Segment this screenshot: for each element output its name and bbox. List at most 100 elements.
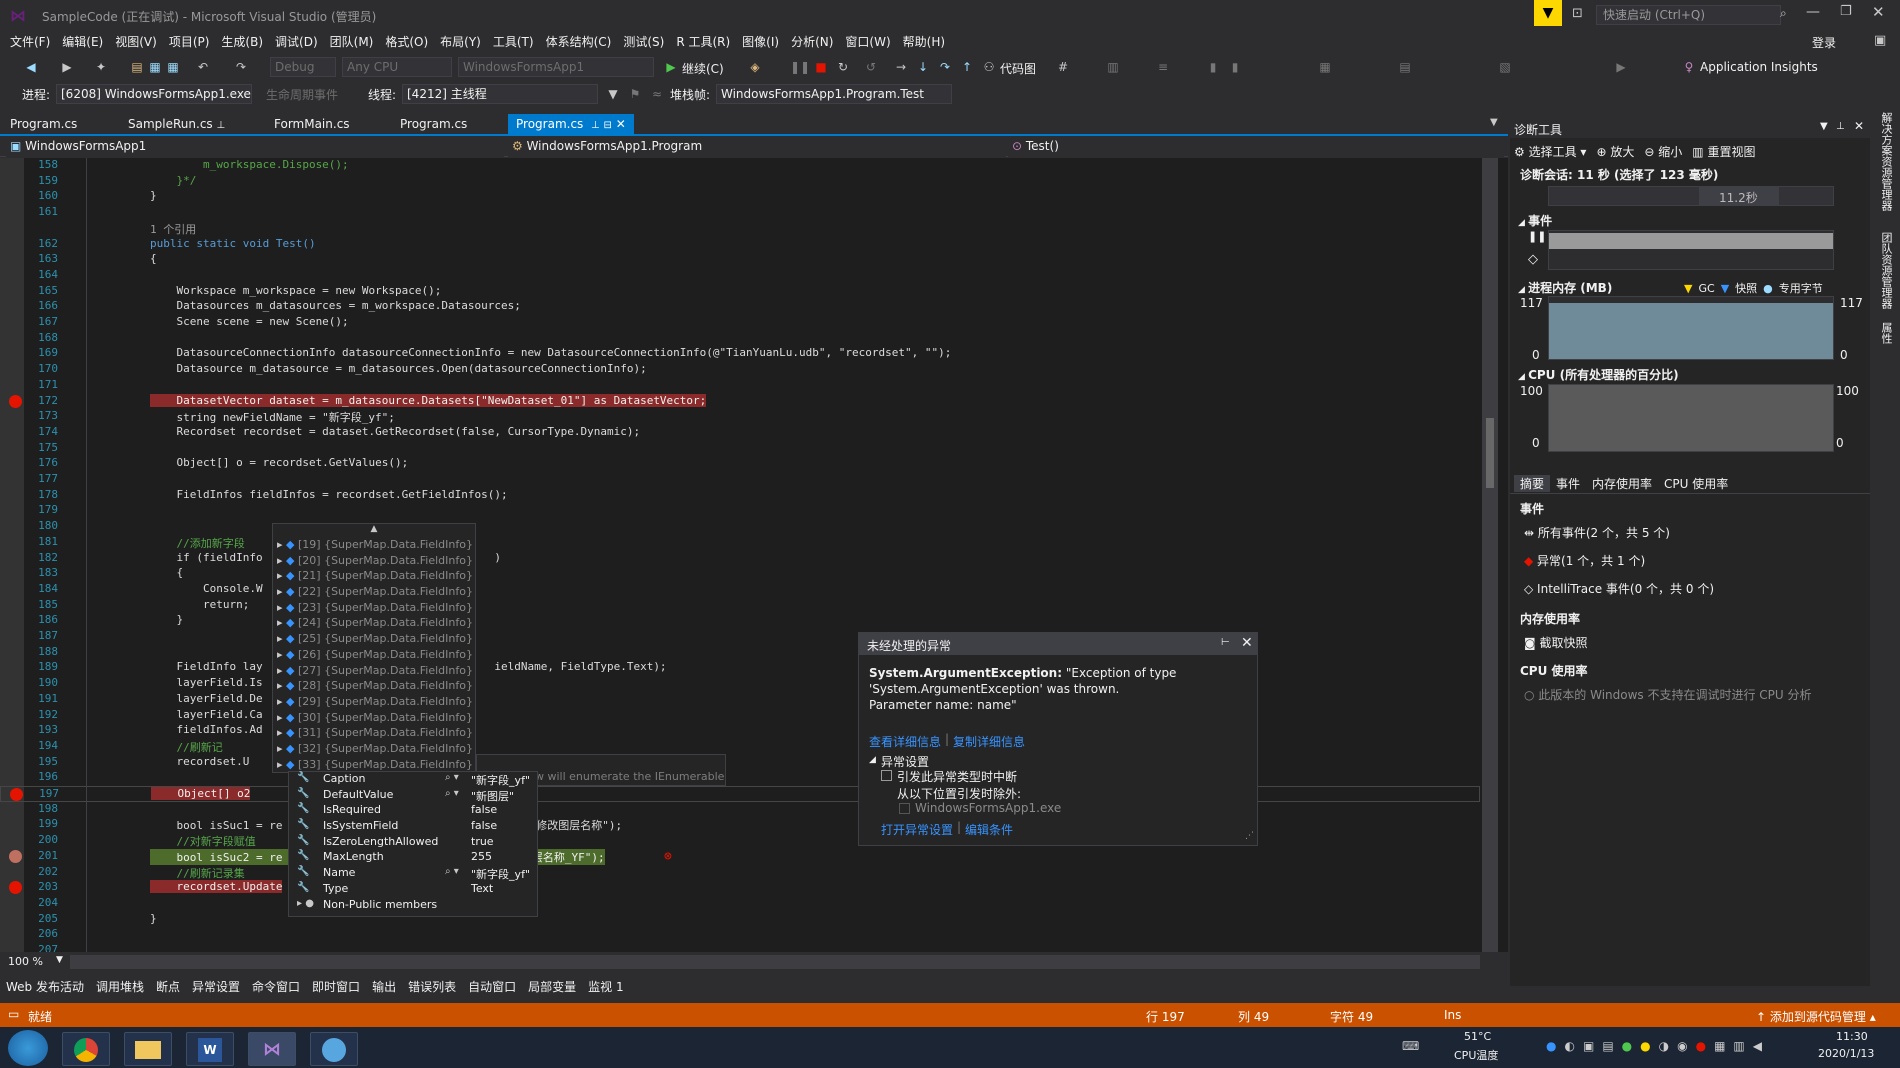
hex-display-icon[interactable]: # xyxy=(1054,58,1072,76)
comment-icon[interactable]: ≡ xyxy=(1154,58,1172,76)
datatip-item[interactable]: ▸ ◆ [26] {SuperMap.Data.FieldInfo} xyxy=(273,648,475,664)
code-line[interactable]: 195 recordset.U xyxy=(0,755,1480,771)
team-explorer-tab[interactable]: 团队资源管理器 xyxy=(1878,232,1894,309)
code-line[interactable]: 184 Console.W xyxy=(0,582,1480,598)
property-value[interactable]: Text xyxy=(471,882,493,895)
exe-checkbox[interactable] xyxy=(899,803,910,814)
magnifier-icon[interactable]: ⌕ ▾ xyxy=(445,866,459,877)
code-line[interactable]: 174 Recordset recordset = dataset.GetRec… xyxy=(0,425,1480,441)
keyboard-icon[interactable]: ⌨ xyxy=(1402,1039,1419,1053)
save-icon[interactable]: ▦ xyxy=(146,58,164,76)
code-line[interactable]: 164 xyxy=(0,268,1480,284)
quick-launch-input[interactable]: 快速启动 (Ctrl+Q) xyxy=(1596,5,1781,25)
code-line[interactable]: 189 FieldInfo lay ieldName, FieldType.Te… xyxy=(0,660,1480,676)
new-project-icon[interactable]: ✦ xyxy=(92,58,110,76)
float-icon[interactable]: ⊟ xyxy=(603,120,611,131)
bottom-tab[interactable]: 异常设置 xyxy=(186,978,246,995)
zoom-dropdown-icon[interactable]: ▼ xyxy=(56,955,63,965)
tray-app-icon[interactable]: ▣ xyxy=(1583,1039,1594,1053)
editor-scroll-thumb[interactable] xyxy=(1486,418,1494,488)
expand-icon[interactable]: ▸ xyxy=(277,585,286,598)
step-over-icon[interactable]: ↷ xyxy=(936,58,954,76)
lifecycle-events-button[interactable]: 生命周期事件 xyxy=(266,86,338,103)
tray-app-icon[interactable]: ◐ xyxy=(1564,1039,1574,1053)
reset-view-button[interactable]: ▥ 重置视图 xyxy=(1692,143,1755,160)
cpu-header[interactable]: ◢ CPU (所有处理器的百分比) xyxy=(1518,366,1679,383)
datatip-item[interactable]: ▸ ◆ [32] {SuperMap.Data.FieldInfo} xyxy=(273,742,475,758)
code-line[interactable]: 180 xyxy=(0,519,1480,535)
stack-frame-select[interactable]: WindowsFormsApp1.Program.Test xyxy=(716,84,952,104)
code-line[interactable]: 196 xyxy=(0,770,1480,786)
open-exception-settings-link[interactable]: 打开异常设置 xyxy=(881,821,953,838)
code-line[interactable]: 183 { xyxy=(0,566,1480,582)
datatip-property[interactable]: 🔧 DefaultValue ⌕ ▾ "新图层" xyxy=(289,788,537,804)
datatip-item[interactable]: ▸ ◆ [21] {SuperMap.Data.FieldInfo} xyxy=(273,569,475,585)
datatip-properties[interactable]: 🔧 Caption ⌕ ▾ "新字段_yf" 🔧 DefaultValue ⌕ ▾ "新图层"… xyxy=(288,771,538,917)
code-line[interactable]: 204 xyxy=(0,896,1480,912)
tab-summary[interactable]: 摘要 xyxy=(1514,475,1551,492)
thread-select[interactable]: [4212] 主线程 xyxy=(402,84,598,104)
bottom-tab[interactable]: 输出 xyxy=(366,978,402,995)
code-line[interactable]: 160} xyxy=(0,189,1480,205)
tray-app-icon[interactable]: ● xyxy=(1696,1039,1706,1053)
tab-program-cs-1[interactable]: Program.cs xyxy=(2,114,85,134)
zoom-level[interactable]: 100 % xyxy=(8,955,43,968)
magnifier-icon[interactable]: ⌕ ▾ xyxy=(445,788,459,799)
property-value[interactable]: "新字段_yf" xyxy=(471,866,530,882)
close-button[interactable]: ✕ xyxy=(1872,3,1885,21)
bottom-tab[interactable]: 监视 1 xyxy=(582,978,629,995)
code-line[interactable]: 158 m_workspace.Dispose(); xyxy=(0,158,1480,174)
datatip-item[interactable]: ▸ ◆ [23] {SuperMap.Data.FieldInfo} xyxy=(273,601,475,617)
pin-icon[interactable]: ⊥ xyxy=(591,120,600,131)
code-line[interactable]: 168 xyxy=(0,331,1480,347)
datatip-property[interactable]: 🔧 IsZeroLengthAllowed true xyxy=(289,835,537,851)
cpu-chart[interactable] xyxy=(1548,384,1834,452)
datatip-item[interactable]: ▸ ◆ [20] {SuperMap.Data.FieldInfo} xyxy=(273,554,475,570)
menu-item[interactable]: 窗口(W) xyxy=(839,32,896,52)
datatip-item[interactable]: ▸ ◆ [31] {SuperMap.Data.FieldInfo} xyxy=(273,726,475,742)
expand-icon[interactable]: ▸ xyxy=(277,664,286,677)
property-value[interactable]: true xyxy=(471,835,494,848)
exceptions-link[interactable]: ◆ 异常(1 个，共 1 个) xyxy=(1524,552,1645,569)
bottom-tab[interactable]: Web 发布活动 xyxy=(0,978,90,995)
tray-app-icon[interactable]: ● xyxy=(1640,1039,1650,1053)
tab-formmain-cs[interactable]: FormMain.cs xyxy=(266,114,358,134)
continue-icon[interactable]: ▶ xyxy=(662,58,680,76)
properties-tab[interactable]: 属性 xyxy=(1878,322,1894,344)
menu-item[interactable]: 项目(P) xyxy=(163,32,216,52)
menu-item[interactable]: 工具(T) xyxy=(487,32,540,52)
code-line[interactable]: 182 if (fieldInfo ) xyxy=(0,551,1480,567)
back-icon[interactable]: ◀ xyxy=(22,58,40,76)
insights-icon[interactable]: ♀ xyxy=(1680,58,1698,76)
edit-conditions-link[interactable]: 编辑条件 xyxy=(965,821,1013,838)
bookmark-next-icon[interactable]: ▮ xyxy=(1226,58,1244,76)
menu-item[interactable]: 格式(O) xyxy=(379,32,434,52)
menu-item[interactable]: 文件(F) xyxy=(4,32,56,52)
code-line[interactable]: 185 return; xyxy=(0,598,1480,614)
datatip-item[interactable]: ▸ ◆ [25] {SuperMap.Data.FieldInfo} xyxy=(273,632,475,648)
tray-app-icon[interactable]: ● xyxy=(1546,1039,1556,1053)
code-line[interactable]: 190 layerField.Is xyxy=(0,676,1480,692)
code-line[interactable]: 167 Scene scene = new Scene(); xyxy=(0,315,1480,331)
events-header[interactable]: ◢ 事件 xyxy=(1518,212,1552,229)
close-icon[interactable]: ✕ xyxy=(1241,635,1253,651)
platform-select[interactable]: Any CPU xyxy=(342,57,452,77)
code-line[interactable]: 175 xyxy=(0,441,1480,457)
config-select[interactable]: Debug xyxy=(270,57,336,77)
code-line[interactable]: 171 xyxy=(0,378,1480,394)
code-line[interactable]: 194 //刷新记 xyxy=(0,739,1480,755)
expand-icon[interactable]: ▸ xyxy=(277,695,286,708)
login-link[interactable]: 登录 xyxy=(1812,34,1836,51)
datatip-item[interactable]: ▸ ◆ [22] {SuperMap.Data.FieldInfo} xyxy=(273,585,475,601)
pin-icon[interactable]: ⊥ xyxy=(1836,121,1845,132)
code-line[interactable]: 201 bool isSuc2 = re "图层名称_YF"); ⊗ xyxy=(0,848,1480,865)
forward-icon[interactable]: ▶ xyxy=(58,58,76,76)
code-line[interactable]: 186 } xyxy=(0,613,1480,629)
toolbar-run-icon[interactable]: ▶ xyxy=(1612,58,1630,76)
code-line[interactable]: 192 layerField.Ca xyxy=(0,708,1480,724)
app-icon[interactable] xyxy=(310,1032,358,1066)
collapse-icon[interactable]: ◢ xyxy=(869,755,876,765)
expand-icon[interactable]: ▸ xyxy=(277,538,286,551)
project-nav-select[interactable]: ▣ WindowsFormsApp1 xyxy=(6,137,504,157)
source-control-button[interactable]: ↑ 添加到源代码管理 ▴ xyxy=(1756,1008,1876,1025)
